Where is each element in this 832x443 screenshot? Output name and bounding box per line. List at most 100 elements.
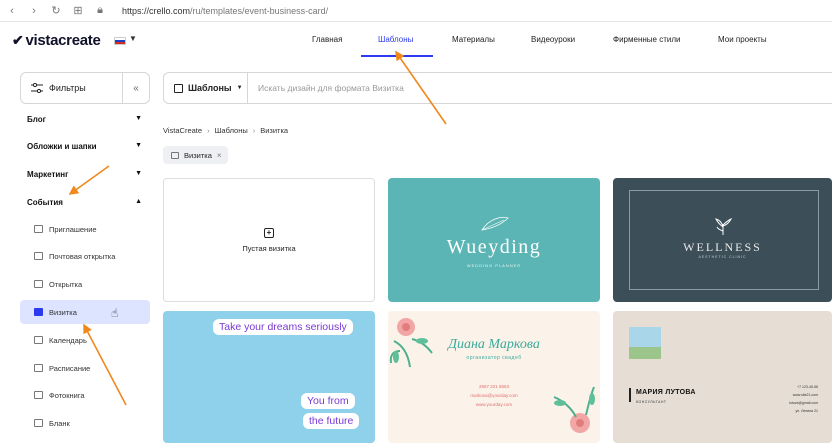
card-role: КОНСУЛЬТАНТ: [636, 400, 667, 404]
business-card-icon: [34, 308, 43, 316]
category-label: Обложки и шапки: [27, 142, 97, 151]
filters-panel-header: Фильтры «: [20, 72, 150, 104]
breadcrumb-separator-icon: ›: [252, 126, 256, 135]
category-label: Маркетинг: [27, 170, 69, 179]
postcard-icon: [34, 252, 43, 260]
template-card-diana[interactable]: Диана Маркова организатор свадеб 2567 22…: [388, 311, 600, 443]
nav-materials[interactable]: Материалы: [452, 35, 495, 44]
card-contact: www.site21.com: [792, 393, 818, 397]
business-card-icon: [171, 151, 179, 159]
search-type-dropdown[interactable]: Шаблоны ▼: [164, 73, 248, 103]
reload-icon[interactable]: ↻: [50, 4, 62, 17]
address-bar[interactable]: https://crello.com/ru/templates/event-bu…: [122, 6, 328, 16]
filters-label: Фильтры: [49, 83, 86, 93]
search-type-label: Шаблоны: [188, 83, 232, 93]
card-role: организатор свадеб: [466, 355, 522, 361]
active-filter-chip: Визитка ×: [163, 146, 228, 164]
site-header: ✔ vistacreate ▼ Главная Шаблоны Материал…: [0, 22, 832, 58]
breadcrumb-templates[interactable]: Шаблоны: [215, 126, 248, 135]
forward-icon[interactable]: ›: [28, 5, 40, 17]
breadcrumb-separator-icon: ›: [207, 126, 210, 135]
leaf-icon: [481, 216, 509, 231]
sliders-icon: [31, 83, 43, 93]
chip-label: Визитка: [184, 150, 212, 160]
sidebar-item-label: Фотокнига: [49, 390, 85, 400]
collapse-filters-button[interactable]: «: [123, 83, 149, 94]
hand-cursor-icon: ☝︎: [111, 306, 119, 320]
category-label: События: [27, 198, 63, 207]
page: ‹ › ↻ ⊞ 🔒︎ https://crello.com/ru/templat…: [0, 0, 832, 443]
chevron-up-icon: ▲: [135, 198, 142, 205]
nav-tutorials[interactable]: Видеоуроки: [531, 35, 575, 44]
card-title: WELLNESS: [683, 240, 762, 254]
sidebar-item-invitation[interactable]: Приглашение: [20, 217, 150, 241]
sidebar-item-label: Календарь: [49, 335, 87, 345]
back-icon[interactable]: ‹: [6, 5, 18, 17]
blank-template-card[interactable]: + Пустая визитка: [163, 178, 375, 302]
sidebar-item-form[interactable]: Бланк: [20, 411, 150, 435]
breadcrumb-vistacreate[interactable]: VistaCreate: [163, 126, 202, 135]
template-card-maria[interactable]: МАРИЯ ЛУТОВА КОНСУЛЬТАНТ +7 123-45-56 ww…: [613, 311, 832, 443]
nav-brand-styles[interactable]: Фирменные стили: [613, 35, 680, 44]
card-name: МАРИЯ ЛУТОВА: [636, 389, 696, 396]
templates-grid-icon: [174, 83, 183, 93]
sidebar-item-card[interactable]: Открытка: [20, 272, 150, 296]
photo-hill: [629, 347, 661, 359]
card-subtitle: WEDDING PLANNER: [466, 263, 522, 268]
card-line-3: the future: [303, 413, 360, 429]
nav-home[interactable]: Главная: [312, 35, 342, 44]
chevron-down-icon: ▼: [135, 170, 142, 177]
card-phone: 2567 221 8563: [478, 384, 510, 389]
sidebar-item-calendar[interactable]: Календарь: [20, 328, 150, 352]
card-email: markova@yourday.com: [470, 393, 518, 398]
photobook-icon: [34, 391, 43, 399]
lock-icon: 🔒︎: [97, 4, 103, 16]
sidebar-item-business-card[interactable]: Визитка ☝︎: [20, 300, 150, 324]
card-headline: Take your dreams seriously: [213, 319, 353, 335]
search-input[interactable]: [258, 83, 658, 93]
double-chevron-left-icon: «: [133, 82, 139, 94]
category-label: Блог: [27, 115, 46, 124]
chevron-down-icon: ▼: [135, 142, 142, 149]
category-marketing[interactable]: Маркетинг ▼: [27, 170, 142, 179]
category-covers[interactable]: Обложки и шапки ▼: [27, 142, 142, 151]
card-accent-bar: [629, 388, 631, 402]
sidebar-item-photobook[interactable]: Фотокнига: [20, 383, 150, 407]
card-site: www.yourday.com: [475, 402, 513, 407]
chevron-down-icon: ▼: [236, 85, 243, 91]
remove-filter-icon[interactable]: ×: [217, 151, 222, 160]
breadcrumb: VistaCreate › Шаблоны › Визитка: [163, 126, 288, 135]
template-card-wellness[interactable]: WELLNESS AESTHETIC CLINIC: [613, 178, 832, 302]
card-title: Wueyding: [446, 236, 542, 258]
nav-templates[interactable]: Шаблоны: [378, 35, 413, 44]
card-contact: ул. Ленина 21: [795, 409, 818, 413]
sprout-icon: [715, 218, 733, 235]
filters-button[interactable]: Фильтры: [21, 73, 123, 103]
card-name: Диана Маркова: [448, 337, 540, 352]
url-path: /ru/templates/event-business-card/: [190, 5, 329, 16]
sidebar-item-label: Бланк: [49, 418, 70, 428]
template-card-dreams[interactable]: Take your dreams seriously You from the …: [163, 311, 375, 443]
form-icon: [34, 419, 43, 427]
sidebar-item-label: Открытка: [49, 279, 83, 289]
url-host: https://crello.com: [122, 5, 191, 16]
invitation-icon: [34, 225, 43, 233]
sidebar-item-label: Визитка: [49, 307, 77, 317]
card-photo: [629, 327, 661, 359]
sidebar-item-postcard[interactable]: Почтовая открытка: [20, 244, 150, 268]
card-contact: lutova@gmail.com: [789, 401, 818, 405]
category-events[interactable]: События ▲: [27, 198, 142, 207]
search-bar: Шаблоны ▼: [163, 72, 832, 104]
apps-grid-icon[interactable]: ⊞: [72, 4, 84, 17]
nav-my-projects[interactable]: Мои проекты: [718, 35, 767, 44]
sidebar-item-schedule[interactable]: Расписание: [20, 356, 150, 380]
card-subtitle: AESTHETIC CLINIC: [698, 255, 747, 259]
category-sidebar: Блог ▼ Обложки и шапки ▼ Маркетинг ▼ Событи…: [0, 110, 160, 443]
calendar-icon: [34, 336, 43, 344]
sidebar-item-label: Почтовая открытка: [49, 251, 116, 261]
category-blog[interactable]: Блог ▼: [27, 115, 142, 124]
active-tab-underline: [361, 55, 433, 57]
card-contact: +7 123-45-56: [797, 385, 818, 389]
template-card-wedding-planner[interactable]: Wueyding WEDDING PLANNER: [388, 178, 600, 302]
card-icon: [34, 280, 43, 288]
